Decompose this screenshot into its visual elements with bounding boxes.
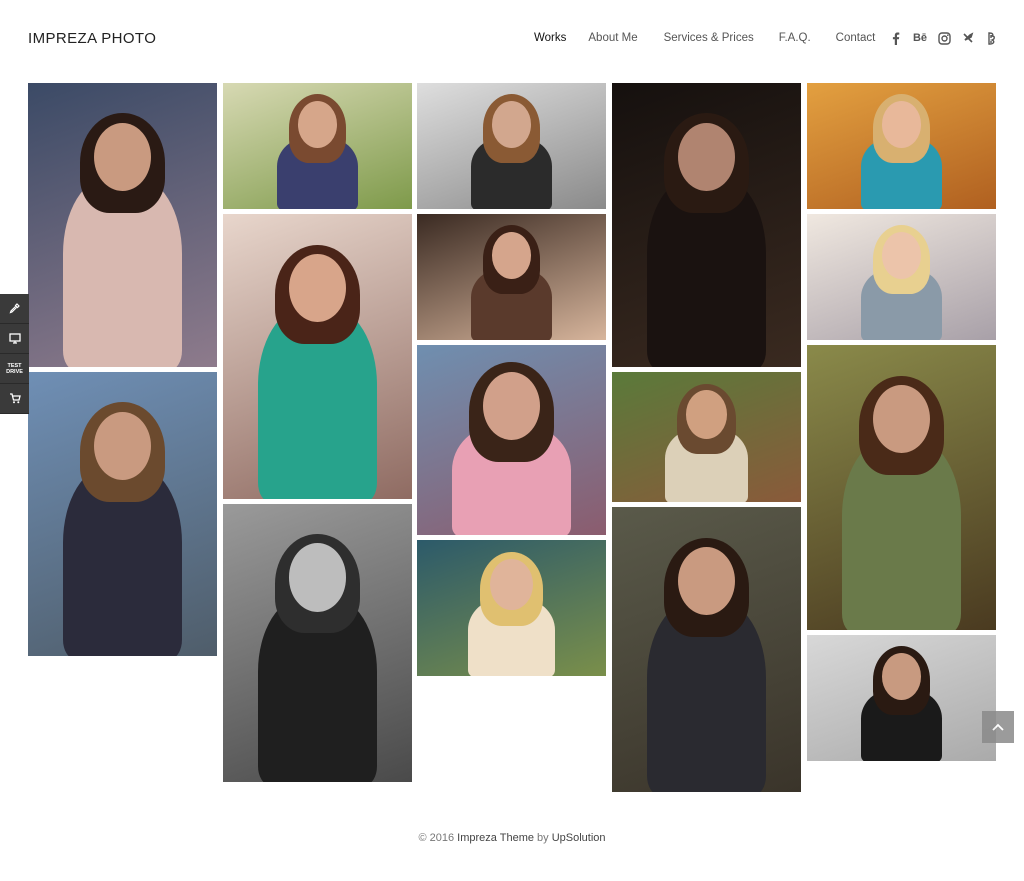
photo-subject-face [93,411,152,481]
nav-item-faq[interactable]: F.A.Q. [779,32,811,44]
nav-item-contact[interactable]: Contact [836,32,876,44]
photo-subject-face [482,371,541,441]
cart-icon[interactable] [0,384,29,414]
facebook-icon[interactable] [888,30,904,46]
footer-copyright: © 2016 Impreza Theme by UpSolution [0,832,1024,844]
side-tools-panel: TEST DRIVE [0,294,29,414]
gallery-photo-man-portrait[interactable] [807,635,996,761]
gallery-photo-woman-portrait-dark-vintage[interactable] [612,83,801,367]
gallery-photo-woman-short-hair-closeup[interactable] [417,83,606,209]
photo-subject-face [881,100,922,148]
gallery-photo-woman-city-skyscraper[interactable] [28,372,217,656]
gallery-photo-woman-teal-jacket[interactable] [223,214,412,499]
footer-author-link[interactable]: UpSolution [552,832,606,844]
chevron-up-icon [992,723,1004,731]
photo-subject-face [288,542,347,612]
instagram-icon[interactable] [936,30,952,46]
photo-subject-face [491,231,532,279]
eyedropper-icon[interactable] [0,294,29,324]
behance-icon[interactable]: Bē [912,30,928,46]
site-logo[interactable]: IMPREZA PHOTO [28,30,156,47]
gallery-photo-woman-blonde-lollipop-orange[interactable] [807,83,996,209]
gallery-photo-woman-striped-shirt-graffiti[interactable] [417,345,606,535]
gallery-photo-portrait-woman-dark-hair-dress[interactable] [28,83,217,367]
gallery-photo-woman-polka-dress-garden[interactable] [223,83,412,209]
gallery-photo-woman-bridge-lake[interactable] [612,372,801,502]
test-drive-button[interactable]: TEST DRIVE [0,354,29,384]
photo-subject-face [677,122,736,192]
main-nav: Works About Me Services & Prices F.A.Q. … [534,32,875,44]
gallery-photo-woman-blonde-meadow[interactable] [417,540,606,676]
footer-by: by [533,832,552,844]
nav-item-services-prices[interactable]: Services & Prices [664,32,754,44]
scroll-to-top-button[interactable] [982,711,1014,743]
social-links: Bē [888,30,1008,46]
monitor-icon[interactable] [0,324,29,354]
vk-icon[interactable] [984,30,1000,46]
gallery-photo-woman-lollipop-closeup[interactable] [417,214,606,340]
gallery-photo-woman-tree-branch-lake[interactable] [807,345,996,630]
footer-theme-link[interactable]: Impreza Theme [457,832,534,844]
footer-prefix: © 2016 [418,832,458,844]
gallery-photo-woman-bw-polka-dress[interactable] [223,504,412,782]
gallery-photo-woman-blonde-lollipop-white[interactable] [807,214,996,340]
photo-subject-face [881,652,922,700]
nav-item-about-me[interactable]: About Me [588,32,637,44]
photo-gallery [28,83,996,793]
nav-item-works[interactable]: Works [534,32,566,44]
gallery-photo-woman-motorcycle[interactable] [612,507,801,792]
photo-subject-face [881,231,922,279]
photo-subject-face [297,100,338,148]
photo-subject-face [490,559,533,610]
photo-subject-face [686,390,727,439]
photo-subject-face [93,122,152,192]
photo-subject-face [491,100,532,148]
tripadvisor-icon[interactable] [960,30,976,46]
test-drive-line2: DRIVE [6,368,23,375]
